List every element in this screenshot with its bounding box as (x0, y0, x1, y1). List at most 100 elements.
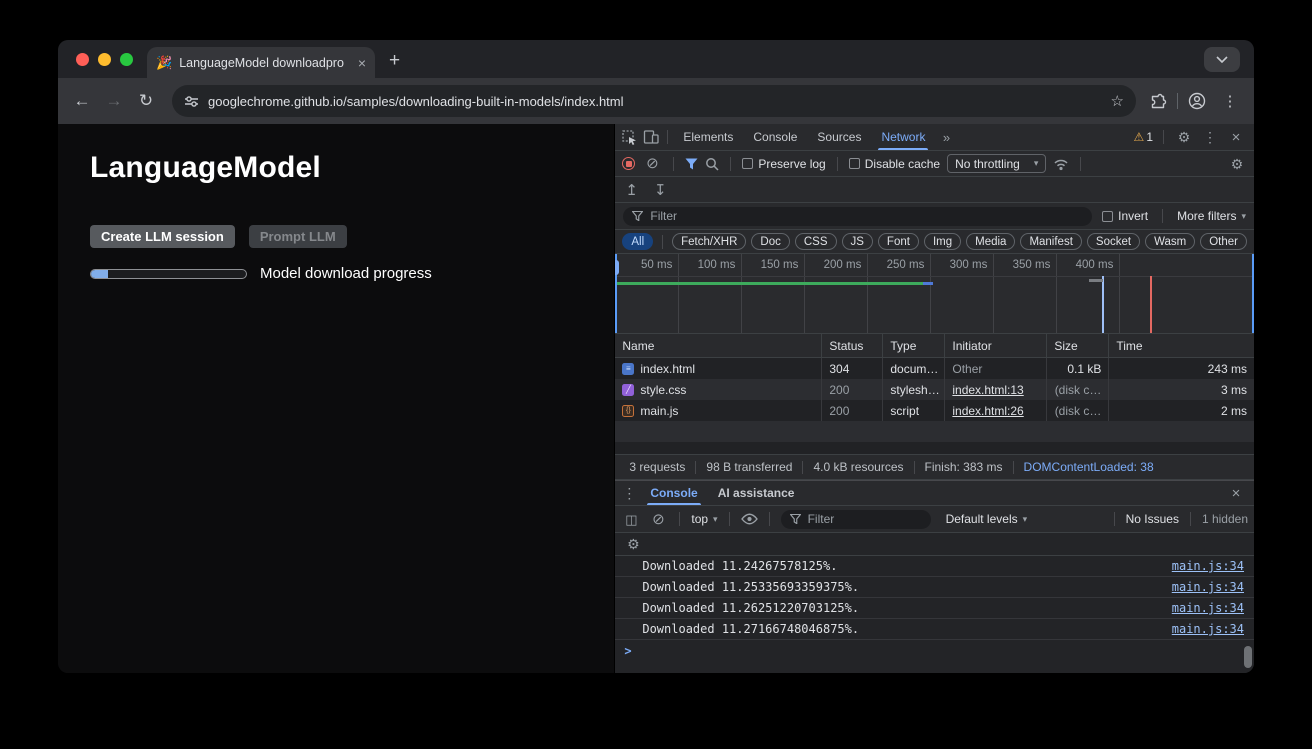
col-type[interactable]: Type (883, 334, 945, 357)
close-window-button[interactable] (76, 53, 89, 66)
devtools-panel: Elements Console Sources Network » ⚠1 ⚙ … (614, 124, 1254, 673)
network-conditions-icon[interactable] (1053, 157, 1069, 171)
browser-tab[interactable]: 🎉 LanguageModel downloadpro × (147, 47, 375, 78)
col-name[interactable]: Name (615, 334, 822, 357)
site-settings-icon[interactable] (184, 95, 199, 108)
search-icon[interactable] (705, 157, 719, 171)
console-prompt[interactable]: > (615, 640, 1254, 661)
tab-close-icon[interactable]: × (358, 56, 366, 70)
throttling-select[interactable]: No throttling ▾ (947, 154, 1046, 173)
record-network-log-button[interactable] (622, 157, 635, 170)
chip-doc[interactable]: Doc (751, 233, 789, 250)
reload-button[interactable]: ↻ (132, 91, 160, 111)
col-time[interactable]: Time (1109, 334, 1254, 357)
new-tab-button[interactable]: + (389, 51, 400, 70)
source-link[interactable]: main.js:34 (1172, 580, 1244, 594)
chip-img[interactable]: Img (924, 233, 961, 250)
console-filter-input[interactable]: Filter (781, 510, 931, 529)
preserve-log-checkbox[interactable]: Preserve log (742, 157, 825, 171)
document-file-icon: ≡ (622, 363, 634, 375)
network-filter-input[interactable]: Filter (623, 207, 1092, 226)
disable-cache-checkbox[interactable]: Disable cache (849, 157, 940, 171)
tab-sources[interactable]: Sources (808, 124, 870, 150)
drawer-tab-console[interactable]: Console (641, 481, 706, 505)
drawer-close-icon[interactable]: × (1226, 486, 1246, 501)
inspect-element-icon[interactable] (619, 130, 639, 145)
default-levels-dropdown[interactable]: Default levels ▾ (946, 512, 1028, 526)
network-overview-timeline[interactable]: 50 ms 100 ms 150 ms 200 ms 250 ms 300 ms… (615, 254, 1254, 334)
network-settings-gear-icon[interactable]: ⚙ (1227, 157, 1247, 171)
live-expression-eye-icon[interactable] (741, 513, 758, 525)
window-chevron-button[interactable] (1204, 47, 1240, 72)
network-summary-bar: 3 requests 98 B transferred 4.0 kB resou… (615, 454, 1254, 480)
chip-manifest[interactable]: Manifest (1020, 233, 1081, 250)
source-link[interactable]: main.js:34 (1172, 601, 1244, 615)
chip-js[interactable]: JS (842, 233, 873, 250)
create-llm-session-button[interactable]: Create LLM session (90, 225, 235, 248)
table-row[interactable]: ≡ index.html 304 docum… Other 0.1 kB 243… (615, 358, 1254, 379)
devtools-close-icon[interactable]: × (1226, 130, 1246, 145)
extensions-icon[interactable] (1150, 93, 1167, 110)
chip-media[interactable]: Media (966, 233, 1015, 250)
url-text: googlechrome.github.io/samples/downloadi… (208, 94, 1102, 109)
settings-gear-icon[interactable]: ⚙ (1174, 130, 1194, 144)
col-status[interactable]: Status (822, 334, 883, 357)
initiator-link[interactable]: index.html:13 (952, 383, 1023, 397)
chip-socket[interactable]: Socket (1087, 233, 1140, 250)
col-initiator[interactable]: Initiator (945, 334, 1047, 357)
scrollbar-thumb[interactable] (1244, 646, 1252, 668)
chip-wasm[interactable]: Wasm (1145, 233, 1195, 250)
tick-label: 100 ms (679, 259, 735, 271)
source-link[interactable]: main.js:34 (1172, 622, 1244, 636)
overview-right-handle[interactable] (1252, 254, 1254, 333)
context-select[interactable]: top ▾ (691, 512, 717, 526)
zoom-window-button[interactable] (120, 53, 133, 66)
chip-other[interactable]: Other (1200, 233, 1247, 250)
col-size[interactable]: Size (1047, 334, 1109, 357)
more-tabs-icon[interactable]: » (936, 131, 956, 144)
tab-console[interactable]: Console (744, 124, 806, 150)
drawer-menu-icon[interactable]: ⋮ (619, 486, 639, 500)
toolbar-divider (1177, 93, 1178, 109)
browser-menu-icon[interactable]: ⋮ (1216, 92, 1244, 110)
invert-checkbox[interactable]: Invert (1102, 209, 1148, 223)
profile-icon[interactable] (1188, 92, 1206, 110)
chip-font[interactable]: Font (878, 233, 919, 250)
console-sidebar-icon[interactable]: ◫ (621, 513, 641, 526)
hidden-messages-count[interactable]: 1 hidden (1202, 512, 1248, 526)
minimize-window-button[interactable] (98, 53, 111, 66)
filter-funnel-icon (790, 514, 801, 524)
clear-network-log-icon[interactable]: ⊘ (642, 156, 662, 171)
no-issues-label[interactable]: No Issues (1126, 512, 1179, 526)
console-messages: Downloaded 11.24267578125%. main.js:34 D… (615, 556, 1254, 640)
domcontentloaded-marker (1102, 276, 1104, 333)
filter-funnel-icon[interactable] (685, 158, 698, 170)
tab-network[interactable]: Network (872, 124, 934, 150)
console-settings-gear-icon[interactable]: ⚙ (623, 537, 643, 551)
chip-css[interactable]: CSS (795, 233, 837, 250)
bookmark-star-icon[interactable]: ☆ (1111, 92, 1124, 110)
request-type-chips: All Fetch/XHR Doc CSS JS Font Img Media … (615, 230, 1254, 254)
device-toolbar-icon[interactable] (641, 130, 661, 144)
issues-warning[interactable]: ⚠1 (1134, 130, 1153, 144)
tick-label: 400 ms (1057, 259, 1113, 271)
export-har-icon[interactable]: ↧ (654, 181, 667, 199)
chip-all[interactable]: All (622, 233, 653, 250)
chip-fetch-xhr[interactable]: Fetch/XHR (672, 233, 746, 250)
import-har-icon[interactable]: ↥ (625, 181, 638, 199)
omnibox[interactable]: googlechrome.github.io/samples/downloadi… (172, 85, 1136, 117)
tab-elements[interactable]: Elements (674, 124, 742, 150)
toolbar-right: ⋮ (1150, 92, 1244, 110)
initiator-link[interactable]: index.html:26 (952, 404, 1023, 418)
source-link[interactable]: main.js:34 (1172, 559, 1244, 573)
console-message: Downloaded 11.24267578125%. main.js:34 (615, 556, 1254, 577)
table-row[interactable]: {} main.js 200 script index.html:26 (dis… (615, 400, 1254, 421)
forward-button[interactable]: → (100, 91, 128, 111)
console-toolbar: ◫ ⊘ top ▾ Filter (615, 506, 1254, 533)
clear-console-icon[interactable]: ⊘ (648, 512, 668, 527)
devtools-menu-icon[interactable]: ⋮ (1200, 130, 1220, 144)
table-row[interactable]: ╱ style.css 200 stylesh… index.html:13 (… (615, 379, 1254, 400)
drawer-tab-ai-assistance[interactable]: AI assistance (709, 481, 804, 505)
back-button[interactable]: ← (68, 91, 96, 111)
more-filters-dropdown[interactable]: More filters ▾ (1177, 209, 1246, 223)
